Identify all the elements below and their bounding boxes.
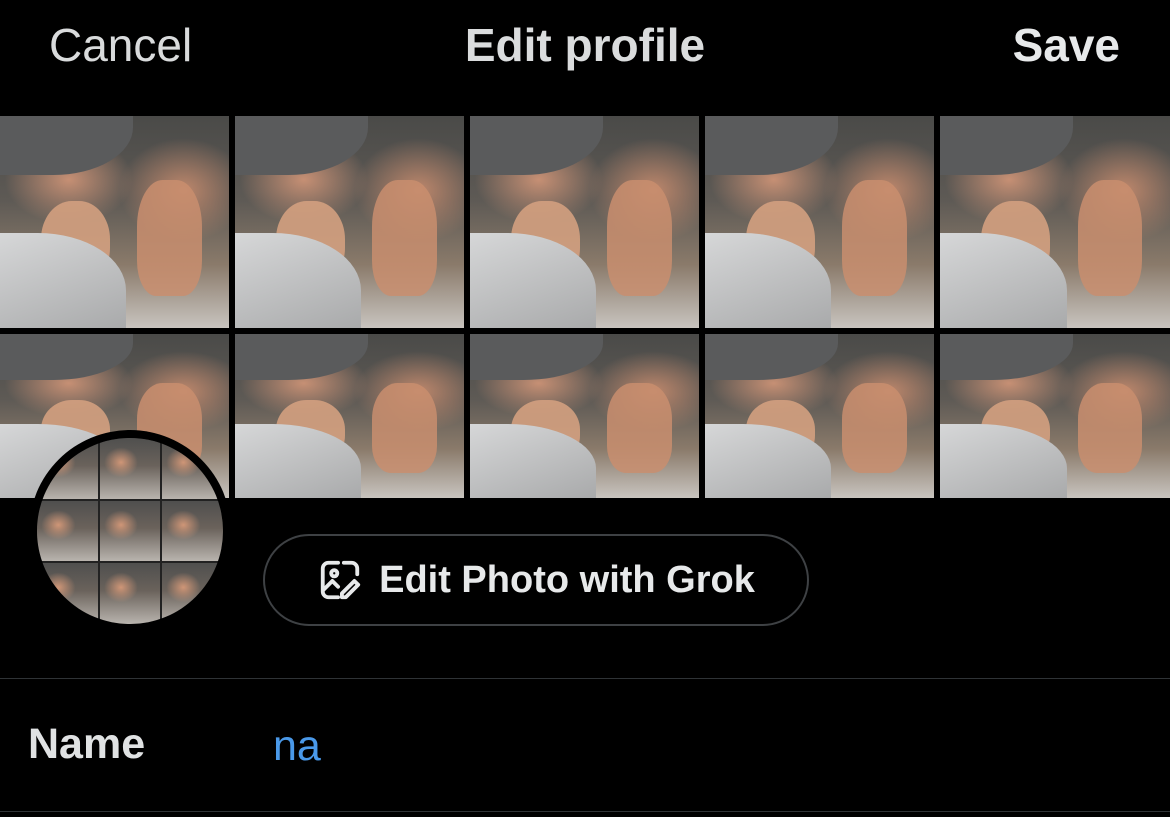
banner-photo-tile: [235, 116, 464, 328]
avatar-photo-tile: [99, 500, 161, 562]
avatar-photo-tile: [162, 563, 223, 624]
banner-photo-tile: [470, 334, 699, 498]
page-title: Edit profile: [464, 19, 706, 71]
divider: [0, 811, 1170, 812]
avatar-photo-tile: [37, 500, 98, 562]
banner-photo-tile: [940, 116, 1170, 328]
banner-photo-tile: [235, 334, 464, 498]
banner-photo-tile: [705, 334, 934, 498]
avatar-photo: [37, 438, 223, 624]
name-field-label: Name: [28, 720, 146, 768]
edit-photo-with-grok-button[interactable]: Edit Photo with Grok: [263, 534, 809, 626]
save-button[interactable]: Save: [1013, 18, 1120, 72]
avatar[interactable]: [29, 430, 231, 632]
avatar-photo-tile: [99, 563, 161, 624]
banner-photo-tile: [705, 116, 934, 328]
banner-photo-tile: [940, 334, 1170, 498]
image-edit-icon: [320, 560, 361, 600]
name-field[interactable]: [273, 718, 1133, 774]
avatar-photo-tile: [162, 500, 223, 562]
divider: [0, 678, 1170, 679]
avatar-photo-tile: [37, 563, 98, 624]
edit-photo-with-grok-label: Edit Photo with Grok: [379, 558, 755, 601]
banner-photo-tile: [0, 116, 229, 328]
banner-photo-tile: [470, 116, 699, 328]
avatar-photo-tile: [99, 438, 161, 499]
top-nav-bar: Cancel Edit profile Save: [0, 0, 1170, 90]
